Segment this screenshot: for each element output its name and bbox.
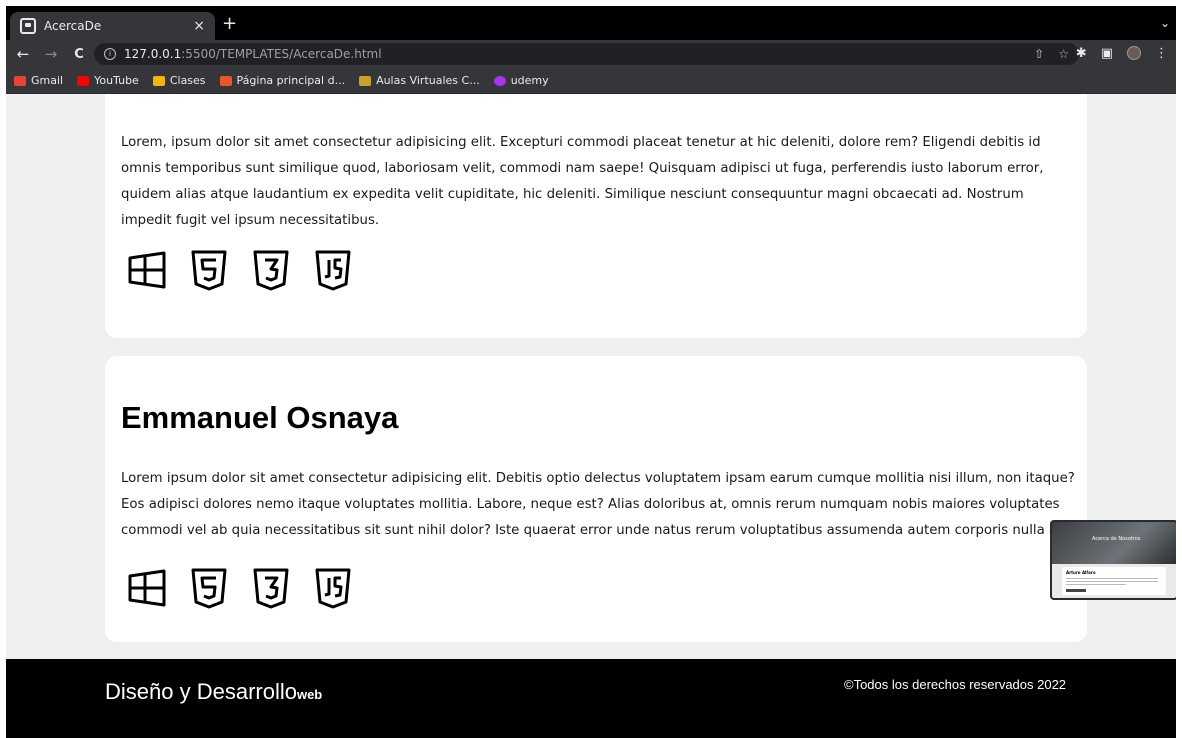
thumbnail-text-line bbox=[1066, 578, 1158, 579]
javascript-icon bbox=[315, 250, 351, 291]
javascript-icon bbox=[315, 568, 351, 609]
tab-close-icon[interactable]: × bbox=[193, 18, 205, 34]
favicon-icon bbox=[20, 18, 36, 34]
windows-icon bbox=[128, 569, 166, 607]
thumbnail-icons bbox=[1066, 589, 1086, 592]
back-button[interactable]: ← bbox=[12, 45, 34, 63]
bookmark-site-icon bbox=[219, 75, 232, 86]
bookmarks-bar: Gmail YouTube Clases Página principal d.… bbox=[6, 68, 1176, 94]
gmail-icon bbox=[14, 75, 26, 86]
member-name: Emmanuel Osnaya bbox=[121, 400, 399, 435]
tab-title: AcercaDe bbox=[44, 19, 102, 33]
footer-brand: Diseño y Desarrolloweb bbox=[105, 679, 322, 705]
team-member-card: Emmanuel Osnaya Lorem ipsum dolor sit am… bbox=[105, 356, 1087, 642]
bookmark-label: Aulas Virtuales C... bbox=[376, 74, 480, 87]
screenshot-thumbnail-preview[interactable]: Acerca de Nosotros Arturo Alfaro bbox=[1050, 520, 1176, 600]
footer-copyright: ©Todos los derechos reservados 2022 bbox=[844, 677, 1067, 692]
share-icon[interactable]: ⇧ bbox=[1034, 47, 1044, 61]
html5-icon bbox=[191, 568, 227, 609]
team-member-card: Lorem, ipsum dolor sit amet consectetur … bbox=[105, 94, 1087, 338]
youtube-icon bbox=[77, 75, 90, 86]
tab-search-icon[interactable]: ⌄ bbox=[1160, 16, 1170, 30]
address-bar[interactable]: i 127.0.0.1:5500/TEMPLATES/AcercaDe.html… bbox=[94, 43, 1079, 65]
thumbnail-card: Arturo Alfaro bbox=[1062, 567, 1166, 595]
brand-suffix: web bbox=[296, 687, 323, 702]
css3-icon bbox=[253, 568, 289, 609]
thumbnail-body: Arturo Alfaro bbox=[1052, 564, 1176, 598]
thumbnail-text-line bbox=[1066, 584, 1126, 585]
url-path: :5500/TEMPLATES/AcercaDe.html bbox=[181, 47, 382, 61]
thumbnail-name: Arturo Alfaro bbox=[1066, 570, 1096, 575]
bookmark-label: Gmail bbox=[31, 74, 64, 87]
tab-strip: AcercaDe × + ⌄ bbox=[6, 6, 1176, 40]
side-panel-icon[interactable]: ▣ bbox=[1101, 46, 1113, 61]
browser-window: AcercaDe × + ⌄ ← → C i 127.0.0.1:5500/TE… bbox=[6, 6, 1176, 738]
member-bio: Lorem ipsum dolor sit amet consectetur a… bbox=[121, 471, 1075, 538]
bookmark-gmail[interactable]: Gmail bbox=[14, 74, 63, 87]
bookmark-label: YouTube bbox=[94, 74, 139, 87]
browser-tab[interactable]: AcercaDe × bbox=[10, 12, 215, 40]
url-host: 127.0.0.1 bbox=[124, 47, 182, 61]
html5-icon bbox=[191, 250, 227, 291]
bookmark-clases[interactable]: Clases bbox=[152, 74, 206, 87]
bookmark-pagina-principal[interactable]: Página principal d... bbox=[219, 74, 346, 87]
reload-button[interactable]: C bbox=[68, 47, 90, 62]
bookmark-aulas-virtuales[interactable]: Aulas Virtuales C... bbox=[359, 74, 480, 87]
site-footer: Diseño y Desarrolloweb ©Todos los derech… bbox=[6, 659, 1176, 738]
forward-button[interactable]: → bbox=[40, 45, 62, 63]
classroom-icon bbox=[152, 75, 165, 86]
bookmark-youtube[interactable]: YouTube bbox=[77, 74, 139, 87]
udemy-icon bbox=[493, 75, 506, 86]
bookmark-udemy[interactable]: udemy bbox=[493, 74, 549, 87]
browser-menu-icon[interactable]: ⋮ bbox=[1155, 46, 1168, 61]
bookmark-star-icon[interactable]: ☆ bbox=[1058, 47, 1069, 61]
tech-icons bbox=[125, 566, 355, 610]
thumbnail-text-line bbox=[1066, 581, 1158, 582]
windows-icon bbox=[128, 251, 166, 289]
profile-avatar[interactable] bbox=[1127, 46, 1141, 60]
thumbnail-hero bbox=[1052, 522, 1176, 564]
thumbnail-hero-text: Acerca de Nosotros bbox=[1092, 536, 1141, 542]
bookmark-site-icon bbox=[359, 75, 372, 86]
bookmark-label: Clases bbox=[169, 74, 206, 87]
browser-toolbar: ← → C i 127.0.0.1:5500/TEMPLATES/AcercaD… bbox=[6, 40, 1176, 68]
bookmark-label: udemy bbox=[510, 74, 549, 87]
css3-icon bbox=[253, 250, 289, 291]
brand-text: Diseño y Desarrollo bbox=[105, 679, 297, 704]
tech-icons bbox=[125, 248, 355, 292]
member-bio: Lorem, ipsum dolor sit amet consectetur … bbox=[121, 135, 1044, 228]
site-info-icon[interactable]: i bbox=[104, 48, 116, 60]
extensions-icon[interactable]: ✱ bbox=[1076, 46, 1087, 61]
new-tab-button[interactable]: + bbox=[222, 14, 237, 34]
bookmark-label: Página principal d... bbox=[236, 74, 346, 87]
page-viewport[interactable]: Lorem, ipsum dolor sit amet consectetur … bbox=[6, 94, 1176, 738]
